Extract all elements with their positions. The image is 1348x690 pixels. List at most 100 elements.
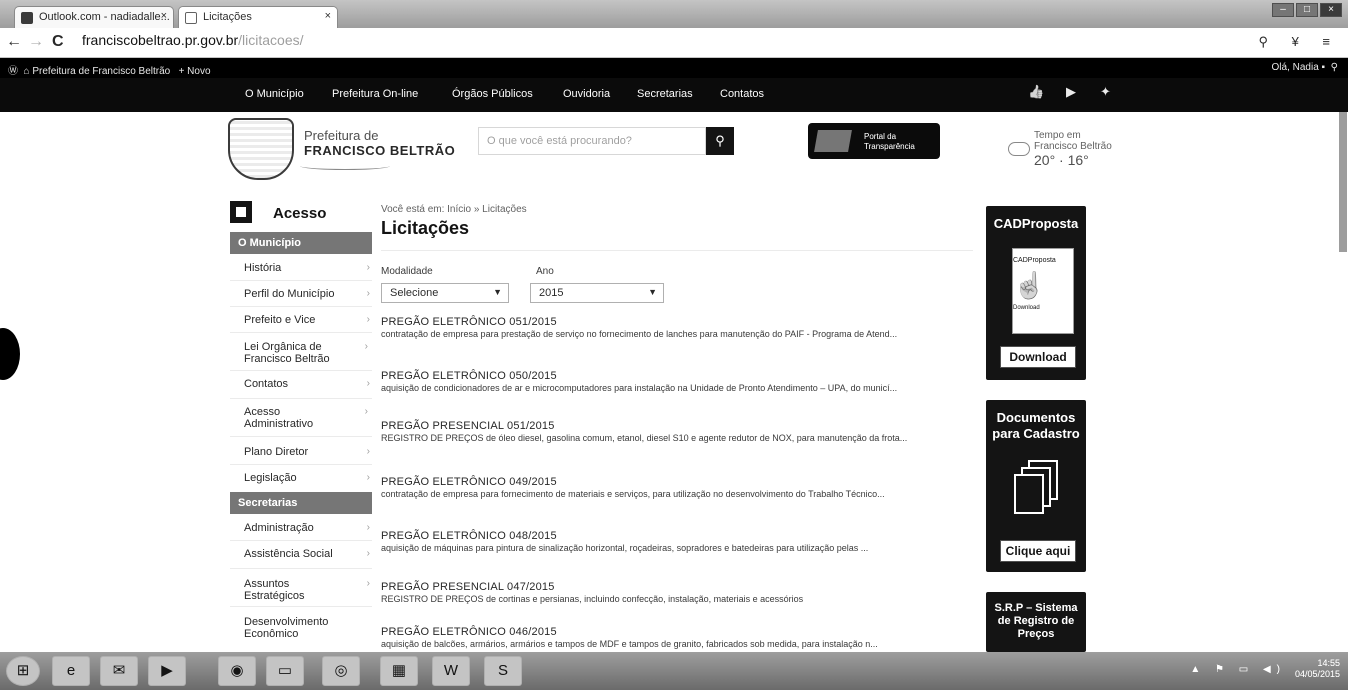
sidebar-item-contatos[interactable]: Contatos ›	[244, 378, 370, 390]
ie-icon[interactable]: e	[52, 656, 90, 686]
url-field[interactable]: franciscobeltrao.pr.gov.br/licitacoes/	[82, 32, 304, 48]
admin-greeting[interactable]: Olá, Nadia	[1272, 62, 1319, 73]
sidebar-item-prefeito[interactable]: Prefeito e Vice ›	[244, 314, 370, 326]
sidebar-item-historia[interactable]: História ›	[244, 262, 370, 274]
licitacao-title[interactable]: PREGÃO ELETRÔNICO 046/2015	[381, 626, 557, 638]
sidebar-item-desenvolvimento[interactable]: Desenvolvimento Econômico	[244, 616, 334, 640]
clock-time: 14:55	[1317, 658, 1340, 668]
like-icon[interactable]: 👍	[1028, 84, 1044, 100]
browser-menu-icons[interactable]: ⚲ ¥ ≡	[1258, 34, 1340, 50]
tab-outlook[interactable]: Outlook.com - nadiadalle... ×	[14, 6, 174, 28]
sidebar-item-acesso-adm[interactable]: Acesso Administrativo ›	[244, 406, 368, 430]
explorer-icon[interactable]: ✉	[100, 656, 138, 686]
clique-aqui-button[interactable]: Clique aqui	[1000, 540, 1076, 562]
ano-select[interactable]: 2015 ▼	[530, 283, 664, 303]
close-window-icon[interactable]: ×	[1320, 3, 1342, 17]
nav-item-orgaos[interactable]: Órgãos Públicos	[452, 88, 533, 100]
admin-site-link[interactable]: Prefeitura de Francisco Beltrão	[32, 66, 170, 77]
maximize-icon[interactable]: □	[1296, 3, 1318, 17]
back-icon[interactable]: ←	[6, 33, 22, 51]
licitacao-title[interactable]: PREGÃO ELETRÔNICO 050/2015	[381, 370, 557, 382]
sidebar-head-municipio[interactable]: O Município	[230, 232, 372, 254]
modalidade-label: Modalidade	[381, 266, 433, 277]
nav-item-municipio[interactable]: O Município	[245, 88, 304, 100]
chevron-right-icon: ›	[366, 472, 370, 483]
licitacao-title[interactable]: PREGÃO ELETRÔNICO 051/2015	[381, 316, 557, 328]
sidebar-item-perfil[interactable]: Perfil do Município ›	[244, 288, 370, 300]
tab-label: Outlook.com - nadiadalle...	[39, 11, 170, 23]
system-tray-icons[interactable]: ▲ ⚑ ▭ ◀)	[1190, 664, 1286, 675]
srp-banner[interactable]: S.R.P – Sistema de Registro de Preços	[986, 592, 1086, 652]
weather-line2: Francisco Beltrão	[1034, 141, 1112, 152]
chevron-right-icon: ›	[366, 314, 370, 325]
portal-icon	[814, 130, 852, 152]
divider	[230, 332, 372, 333]
box-sub: Download	[1013, 305, 1040, 311]
licitacao-desc: contratação de empresa para fornecimento…	[381, 489, 885, 499]
sidebar-item-label: Contatos	[244, 378, 289, 390]
sidebar-item-label: Perfil do Município	[244, 288, 335, 300]
licitacao-title[interactable]: PREGÃO ELETRÔNICO 049/2015	[381, 476, 557, 488]
portal-transparencia-button[interactable]: Portal da Transparência	[808, 123, 940, 159]
skype-icon[interactable]: S	[484, 656, 522, 686]
sidebar-item-assistencia[interactable]: Assistência Social ›	[244, 548, 370, 560]
firefox-icon[interactable]: ◉	[218, 656, 256, 686]
admin-bar-left[interactable]: Ⓦ ⌂ Prefeitura de Francisco Beltrão + No…	[8, 62, 211, 77]
download-button[interactable]: Download	[1000, 346, 1076, 368]
tab-label: Licitações	[203, 11, 252, 23]
logo-line2: FRANCISCO BELTRÃO	[304, 143, 456, 158]
youtube-icon[interactable]: ▶	[1066, 84, 1076, 100]
sidebar-item-legislacao[interactable]: Legislação ›	[244, 472, 370, 484]
licitacao-title[interactable]: PREGÃO ELETRÔNICO 048/2015	[381, 530, 557, 542]
nav-item-secretarias[interactable]: Secretarias	[637, 88, 693, 100]
licitacao-title[interactable]: PREGÃO PRESENCIAL 051/2015	[381, 420, 555, 432]
start-icon[interactable]: ⊞	[6, 656, 40, 686]
sidebar-head-secretarias[interactable]: Secretarias	[230, 492, 372, 514]
portal-line1: Portal da	[864, 132, 897, 141]
licitacao-title[interactable]: PREGÃO PRESENCIAL 047/2015	[381, 581, 555, 593]
admin-new-link[interactable]: + Novo	[179, 66, 211, 77]
admin-bar: Ⓦ ⌂ Prefeitura de Francisco Beltrão + No…	[0, 58, 1348, 78]
wordpress-icon[interactable]: Ⓦ	[8, 66, 18, 77]
breadcrumb: Você está em: Início » Licitações	[381, 204, 527, 215]
browser-tab-strip: Outlook.com - nadiadalle... × Licitações…	[0, 0, 1348, 28]
nav-item-contatos[interactable]: Contatos	[720, 88, 764, 100]
admin-bar-right[interactable]: Olá, Nadia ▪ ⚲	[1272, 62, 1338, 73]
close-icon[interactable]: ×	[325, 10, 331, 22]
search-button[interactable]: ⚲	[706, 127, 734, 155]
sidebar-item-label: Desenvolvimento Econômico	[244, 616, 329, 640]
chevron-right-icon: ›	[366, 548, 370, 559]
page-scrollbar[interactable]	[1338, 112, 1348, 652]
nav-item-prefeitura-online[interactable]: Prefeitura On-line	[332, 88, 418, 100]
clock[interactable]: 14:55 04/05/2015	[1295, 658, 1340, 680]
sidebar-item-administracao[interactable]: Administração ›	[244, 522, 370, 534]
media-player-icon[interactable]: ▶	[148, 656, 186, 686]
twitter-icon[interactable]: ✦	[1100, 84, 1111, 100]
outlook-icon	[21, 12, 33, 24]
licitacao-desc: contratação de empresa para prestação de…	[381, 329, 898, 339]
divider	[381, 250, 973, 251]
weather-temp: 20° · 16°	[1034, 152, 1089, 168]
scrollbar-thumb[interactable]	[1339, 112, 1347, 252]
word-icon[interactable]: W	[432, 656, 470, 686]
search-input[interactable]: O que você está procurando?	[478, 127, 706, 155]
chrome-icon[interactable]: ◎	[322, 656, 360, 686]
city-crest-logo[interactable]	[228, 118, 294, 180]
folder-icon[interactable]: ▭	[266, 656, 304, 686]
sidebar-item-label: Assistência Social	[244, 548, 333, 560]
nav-item-ouvidoria[interactable]: Ouvidoria	[563, 88, 610, 100]
modalidade-select[interactable]: Selecione ▼	[381, 283, 509, 303]
banner-title-1: Documentos	[996, 410, 1076, 425]
weather-line1: Tempo em	[1034, 130, 1081, 141]
tab-licitacoes[interactable]: Licitações ×	[178, 6, 338, 28]
reload-icon[interactable]: C	[52, 33, 64, 51]
forward-icon[interactable]: →	[28, 33, 44, 51]
minimize-icon[interactable]: –	[1272, 3, 1294, 17]
app-icon[interactable]: ▦	[380, 656, 418, 686]
chevron-down-icon: ▼	[648, 287, 657, 297]
sidebar-item-lei-organica[interactable]: Lei Orgânica de Francisco Beltrão ›	[244, 341, 368, 365]
close-icon[interactable]: ×	[161, 10, 167, 22]
sidebar-item-plano-diretor[interactable]: Plano Diretor ›	[244, 446, 370, 458]
sidebar-item-label: Lei Orgânica de Francisco Beltrão	[244, 341, 330, 365]
sidebar-item-assuntos[interactable]: Assuntos Estratégicos ›	[244, 578, 370, 602]
